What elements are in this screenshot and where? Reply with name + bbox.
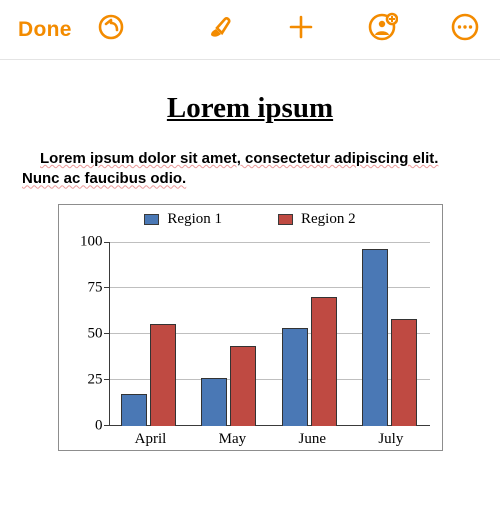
x-axis-label: June [298,431,326,448]
legend-swatch-icon [144,214,159,225]
legend-item: Region 2 [278,211,356,228]
chart-legend: Region 1 Region 2 [59,205,442,232]
x-axis-label: April [135,431,167,448]
chart-plot-area: April May June July 0 25 50 75 100 [59,232,442,450]
add-button[interactable] [284,13,318,47]
y-axis-label: 50 [59,325,103,342]
bar [391,319,417,426]
bar-group [121,324,176,425]
undo-icon [96,12,126,47]
bar [150,324,176,425]
bar [201,378,227,426]
y-axis-label: 75 [59,279,103,296]
brush-icon [204,12,234,47]
y-axis-label: 0 [59,417,103,434]
person-add-icon [368,12,398,47]
document-title[interactable]: Lorem ipsum [22,92,478,125]
y-axis-label: 25 [59,371,103,388]
bar [230,346,256,425]
legend-label: Region 2 [301,211,356,228]
bar-group [282,297,337,426]
bar [121,394,147,425]
bar [362,249,388,426]
toolbar: Done [0,0,500,60]
x-axis-label: May [219,431,247,448]
legend-item: Region 1 [144,211,222,228]
legend-label: Region 1 [167,211,222,228]
bar-group [201,346,256,425]
collaborate-button[interactable] [366,13,400,47]
plus-icon [286,12,316,47]
legend-swatch-icon [278,214,293,225]
undo-button[interactable] [94,13,128,47]
done-button[interactable]: Done [18,18,72,42]
chart[interactable]: Region 1 Region 2 April May June July 0 25 50… [58,204,443,451]
more-icon [450,12,480,47]
brush-button[interactable] [202,13,236,47]
x-axis-label: July [378,431,403,448]
bar [311,297,337,426]
bar [282,328,308,426]
document-body[interactable]: Lorem ipsum Lorem ipsum dolor sit amet, … [0,60,500,451]
document-paragraph[interactable]: Lorem ipsum dolor sit amet, consectetur … [22,149,478,190]
more-button[interactable] [448,13,482,47]
y-axis-label: 100 [59,233,103,250]
bar-group [362,249,417,426]
